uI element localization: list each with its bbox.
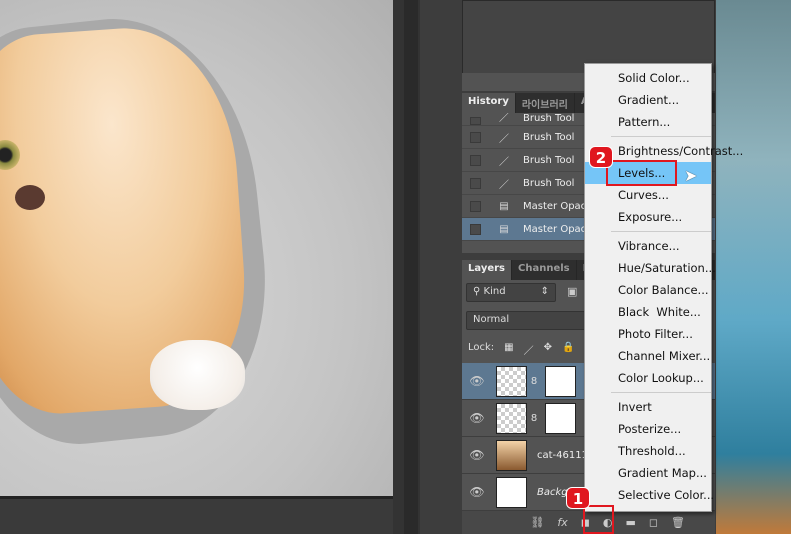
filter-kind-select[interactable]: ⚲ Kind ⇕ bbox=[466, 283, 556, 302]
menu-item-exposure[interactable]: Exposure... bbox=[585, 206, 711, 228]
menu-item-invert[interactable]: Invert bbox=[585, 396, 711, 418]
mask-thumbnail[interactable] bbox=[545, 365, 576, 397]
history-label: Brush Tool bbox=[523, 154, 575, 166]
panel-scroll-gutter bbox=[404, 0, 418, 534]
link-icon[interactable]: 8 bbox=[527, 376, 541, 387]
lock-label: Lock: bbox=[468, 342, 495, 353]
menu-item-hue-saturation[interactable]: Hue/Saturation... bbox=[585, 257, 716, 279]
canvas-bottom bbox=[0, 496, 393, 534]
fx-icon[interactable]: fx bbox=[557, 516, 567, 529]
blend-mode-value: Normal bbox=[473, 314, 510, 325]
menu-item-posterize[interactable]: Posterize... bbox=[585, 418, 711, 440]
menu-item-curves[interactable]: Curves... bbox=[585, 184, 711, 206]
menu-separator bbox=[611, 136, 711, 137]
trash-icon[interactable]: 🗑 bbox=[671, 516, 685, 529]
filter-kind-value: Kind bbox=[483, 286, 506, 297]
lock-all-icon[interactable]: 🔒 bbox=[562, 342, 574, 357]
link-layers-icon[interactable]: ⛓ bbox=[530, 516, 544, 529]
image-filter-icon[interactable]: ▣ bbox=[567, 285, 577, 298]
menu-item-photo-filter[interactable]: Photo Filter... bbox=[585, 323, 711, 345]
tab-library[interactable]: 라이브러리 bbox=[516, 93, 575, 113]
tab-history[interactable]: History bbox=[462, 93, 516, 113]
menu-separator bbox=[611, 392, 711, 393]
history-checkbox[interactable] bbox=[470, 117, 481, 125]
document-canvas[interactable] bbox=[0, 0, 393, 496]
history-checkbox[interactable] bbox=[470, 177, 481, 189]
step-1-badge: 1 bbox=[566, 487, 590, 509]
history-checkbox[interactable] bbox=[470, 154, 481, 166]
menu-item-selective-color[interactable]: Selective Color... bbox=[585, 484, 714, 506]
lock-move-icon[interactable]: ✥ bbox=[544, 342, 552, 357]
menu-item-vibrance[interactable]: Vibrance... bbox=[585, 235, 711, 257]
menu-item-gradient[interactable]: Gradient... bbox=[585, 89, 711, 111]
menu-item-channel-mixer[interactable]: Channel Mixer... bbox=[585, 345, 711, 367]
kitten-nose bbox=[15, 185, 45, 210]
layer-thumbnail bbox=[496, 476, 527, 508]
layer-thumbnail bbox=[496, 365, 527, 397]
history-checkbox[interactable] bbox=[470, 131, 481, 143]
history-label: Master Opacit bbox=[523, 200, 593, 212]
eye-icon[interactable]: 👁 bbox=[462, 448, 492, 462]
blend-mode-select[interactable]: Normal bbox=[466, 311, 596, 330]
layer-thumbnail bbox=[496, 402, 527, 434]
history-label: Brush Tool bbox=[523, 131, 575, 143]
menu-item-gradient-map[interactable]: Gradient Map... bbox=[585, 462, 711, 484]
history-label: Brush Tool bbox=[523, 113, 575, 124]
mask-thumbnail[interactable] bbox=[545, 402, 576, 434]
menu-item-black-white[interactable]: Black White... bbox=[585, 301, 711, 323]
menu-separator bbox=[611, 231, 711, 232]
updown-icon: ⇕ bbox=[540, 286, 549, 297]
history-label: Master Opacit bbox=[523, 223, 593, 235]
brush-icon: ／ bbox=[499, 133, 509, 145]
lock-row: Lock: ▦ ／ ✥ 🔒 bbox=[468, 342, 574, 357]
search-icon: ⚲ bbox=[473, 286, 484, 297]
eye-icon[interactable]: 👁 bbox=[462, 374, 492, 388]
history-label: Brush Tool bbox=[523, 177, 575, 189]
document-icon: ▤ bbox=[499, 200, 509, 212]
link-icon[interactable]: 8 bbox=[527, 413, 541, 424]
adjustment-menu: Solid Color... Gradient... Pattern... Br… bbox=[584, 63, 743, 512]
lock-paint-icon[interactable]: ／ bbox=[524, 342, 534, 357]
brush-icon: ／ bbox=[499, 156, 509, 168]
levels-highlight-box bbox=[606, 160, 677, 186]
kitten-paw bbox=[150, 340, 245, 410]
menu-item-solid-color[interactable]: Solid Color... bbox=[585, 67, 711, 89]
background-image bbox=[716, 0, 791, 534]
step-2-badge: 2 bbox=[589, 146, 613, 168]
document-icon: ▤ bbox=[499, 223, 509, 235]
history-checkbox[interactable] bbox=[470, 200, 481, 212]
menu-item-color-lookup[interactable]: Color Lookup... bbox=[585, 367, 711, 389]
eye-icon[interactable]: 👁 bbox=[462, 485, 492, 499]
brush-icon: ／ bbox=[499, 113, 509, 124]
lock-transparent-icon[interactable]: ▦ bbox=[504, 342, 513, 357]
history-checkbox[interactable] bbox=[470, 223, 481, 235]
eye-icon[interactable]: 👁 bbox=[462, 411, 492, 425]
brush-icon: ／ bbox=[499, 179, 509, 191]
folder-icon[interactable]: ▬ bbox=[625, 516, 635, 529]
menu-item-color-balance[interactable]: Color Balance... bbox=[585, 279, 711, 301]
new-layer-icon[interactable]: ◻ bbox=[649, 516, 658, 529]
tab-channels[interactable]: Channels bbox=[512, 260, 577, 280]
tab-layers[interactable]: Layers bbox=[462, 260, 512, 280]
menu-item-pattern[interactable]: Pattern... bbox=[585, 111, 711, 133]
menu-item-threshold[interactable]: Threshold... bbox=[585, 440, 711, 462]
layer-thumbnail bbox=[496, 439, 527, 471]
layer-name: Backg bbox=[537, 486, 568, 498]
mouse-cursor-icon: ➤ bbox=[684, 166, 698, 185]
adjustment-button-highlight-box bbox=[583, 505, 614, 534]
